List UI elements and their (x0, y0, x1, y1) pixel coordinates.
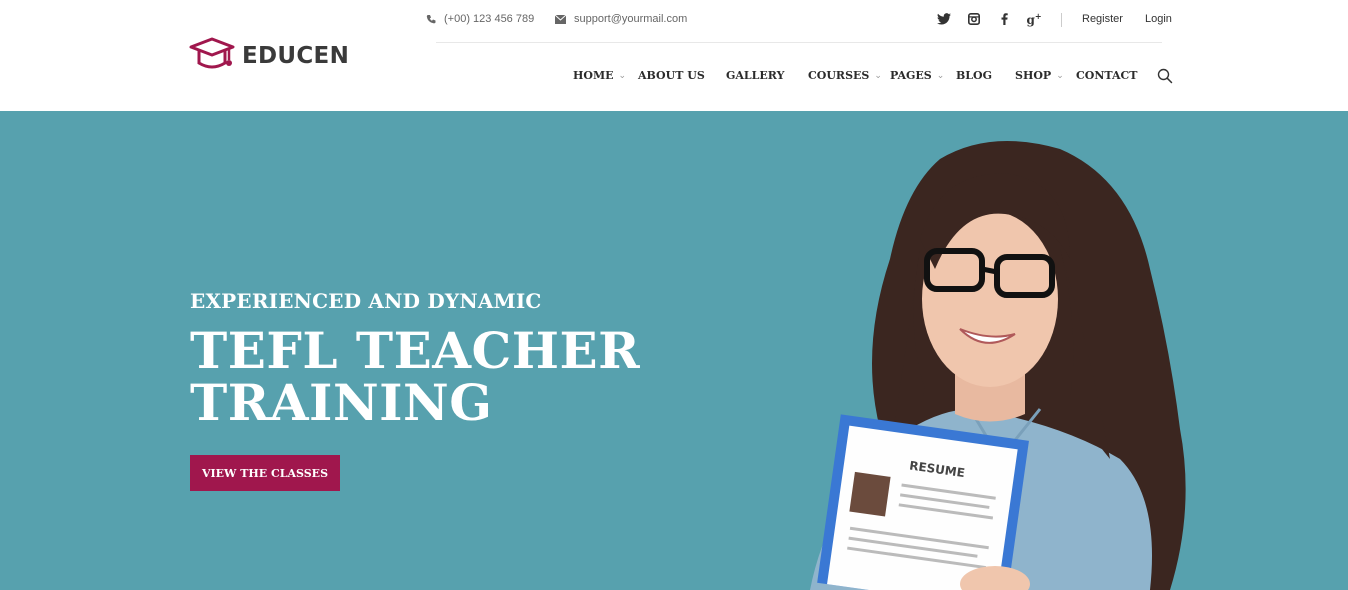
chevron-down-icon: ⌄ (874, 70, 882, 81)
twitter-icon[interactable] (936, 11, 952, 27)
hero-title-line-2: TRAINING (190, 373, 493, 432)
nav-blog-label: BLOG (956, 69, 993, 82)
register-link[interactable]: Register (1082, 13, 1123, 25)
site-header: EDUCEN (+00) 123 456 789 support@yourmai… (0, 0, 1348, 111)
hero-eyebrow: EXPERIENCED AND DYNAMIC (190, 289, 542, 313)
nav-home-label: HOME (573, 69, 614, 82)
google-plus-icon[interactable]: g+ (1026, 11, 1042, 27)
hero-title-line-1: TEFL TEACHER (190, 321, 641, 380)
top-bar: (+00) 123 456 789 support@yourmail.com g… (426, 10, 1174, 30)
header-divider (436, 42, 1162, 43)
nav-shop[interactable]: SHOP ⌄ (1015, 69, 1064, 82)
social-links: g+ (936, 11, 1056, 27)
hero-woman-image: RESUME (810, 141, 1186, 590)
email-contact[interactable]: support@yourmail.com (555, 13, 687, 25)
envelope-icon (555, 14, 566, 24)
site-logo[interactable]: EDUCEN (189, 33, 349, 79)
phone-contact[interactable]: (+00) 123 456 789 (426, 13, 534, 25)
topbar-divider (1061, 13, 1062, 27)
brand-name: EDUCEN (242, 43, 350, 69)
facebook-icon[interactable] (996, 11, 1012, 27)
hero-banner: EXPERIENCED AND DYNAMIC TEFL TEACHER TRA… (0, 111, 1348, 590)
chevron-down-icon: ⌄ (936, 70, 945, 81)
nav-pages-label: PAGES (890, 69, 932, 82)
nav-shop-label: SHOP (1015, 69, 1052, 82)
email-address: support@yourmail.com (574, 13, 688, 25)
chevron-down-icon: ⌄ (1056, 70, 1064, 81)
nav-courses-label: COURSES (808, 69, 870, 82)
nav-contact-label: CONTACT (1076, 69, 1138, 82)
login-link[interactable]: Login (1145, 13, 1172, 25)
nav-blog[interactable]: BLOG (956, 69, 992, 82)
instagram-icon[interactable] (966, 11, 982, 27)
graduation-cap-icon (189, 37, 235, 69)
nav-gallery-label: GALLERY (726, 69, 785, 82)
view-classes-button[interactable]: VIEW THE CLASSES (190, 455, 340, 491)
nav-home[interactable]: HOME ⌄ (573, 69, 626, 82)
nav-contact[interactable]: CONTACT (1076, 69, 1137, 82)
nav-about-us[interactable]: ABOUT US (638, 69, 705, 82)
nav-pages[interactable]: PAGES ⌄ (890, 69, 944, 82)
search-icon[interactable] (1157, 68, 1173, 84)
phone-number: (+00) 123 456 789 (444, 13, 535, 25)
nav-courses[interactable]: COURSES ⌄ (808, 69, 882, 82)
hero-title: TEFL TEACHER TRAINING (190, 325, 710, 429)
nav-gallery[interactable]: GALLERY (726, 69, 784, 82)
chevron-down-icon: ⌄ (618, 70, 627, 81)
phone-icon (426, 15, 436, 24)
nav-about-label: ABOUT US (638, 69, 705, 82)
